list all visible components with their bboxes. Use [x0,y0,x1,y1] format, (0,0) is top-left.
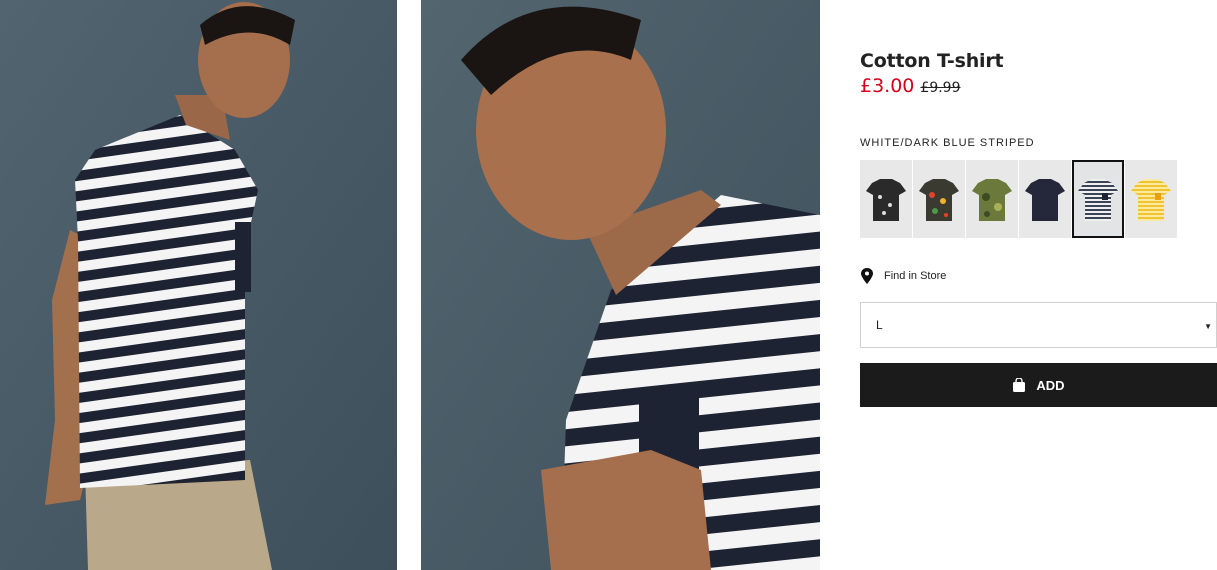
location-pin-icon [861,268,873,284]
size-select[interactable]: L ▼ [860,302,1217,348]
find-in-store-link[interactable]: Find in Store [860,268,946,284]
swatch-black-floral[interactable] [860,160,912,238]
original-price: £9.99 [920,80,961,96]
dark-blue-tshirt-icon [1025,179,1065,221]
add-to-bag-button[interactable]: ADD [860,363,1217,407]
product-image-main[interactable] [0,0,397,570]
product-title: Cotton T-shirt [860,50,1004,72]
green-camo-tshirt-icon [972,179,1012,221]
swatch-green-camo[interactable] [966,160,1018,238]
swatch-yellow-striped[interactable] [1125,160,1177,238]
swatch-tropical-print[interactable] [913,160,965,238]
model-photo-front [0,0,397,570]
add-to-bag-label: ADD [1036,377,1065,393]
model-photo-closeup [421,0,820,570]
product-info-panel: Cotton T-shirt £3.00 £9.99 WHITE/DARK BL… [860,0,1217,570]
striped-tshirt-icon [1078,179,1118,221]
size-select-value: L [876,318,883,332]
product-image-detail[interactable] [421,0,820,570]
tropical-print-tshirt-icon [919,179,959,221]
color-swatch-list [860,160,1177,238]
find-in-store-label: Find in Store [884,270,947,282]
price-row: £3.00 £9.99 [860,75,961,97]
swatch-white-dark-blue-striped[interactable] [1072,160,1124,238]
swatch-dark-blue[interactable] [1019,160,1071,238]
chevron-down-icon: ▼ [1204,322,1212,331]
black-floral-tshirt-icon [866,179,906,221]
selected-color-label: WHITE/DARK BLUE STRIPED [860,137,1035,149]
shopping-bag-icon [1013,378,1026,392]
yellow-striped-tshirt-icon [1131,179,1171,221]
sale-price: £3.00 [860,75,915,97]
